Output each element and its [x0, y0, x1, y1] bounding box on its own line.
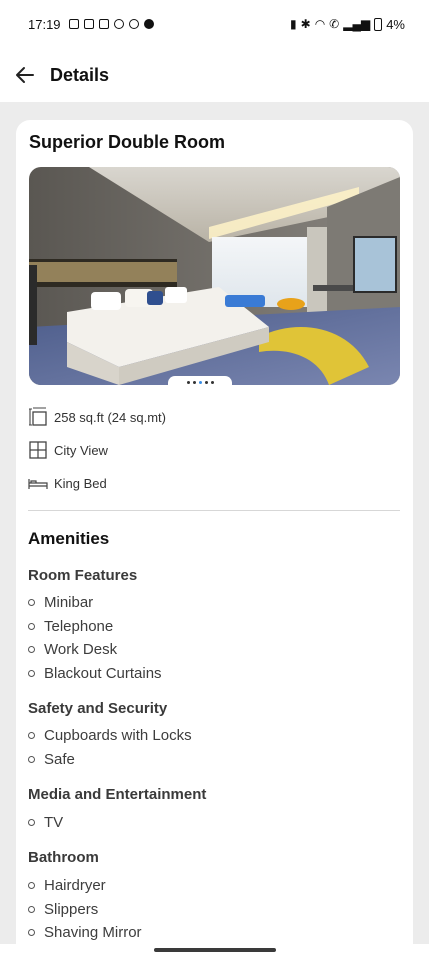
amenity-label: Cupboards with Locks [44, 727, 192, 744]
amenity-label: TV [44, 814, 64, 831]
room-title: Superior Double Room [29, 132, 226, 152]
image-pagination[interactable] [168, 376, 232, 388]
amenity-item: Cupboards with Locks [28, 727, 192, 744]
amenity-label: Slippers [44, 901, 99, 918]
section-safety-security: Safety and Security [28, 700, 168, 717]
page-dot [192, 380, 196, 384]
notification-icons [68, 19, 154, 29]
page-dot-active [198, 380, 202, 384]
amenity-label: Hairdryer [44, 877, 106, 894]
mail-icon [83, 19, 94, 29]
vibrate-icon: ▮ [290, 17, 297, 31]
page-dot [186, 380, 190, 384]
feature-view: City View [28, 440, 108, 460]
hotel-room-illustration [29, 167, 400, 385]
amenity-item: Work Desk [28, 641, 117, 658]
feature-view-text: City View [54, 442, 108, 458]
amenity-item: Hairdryer [28, 877, 106, 894]
amenity-item: Safe [28, 751, 75, 768]
amenity-item: Slippers [28, 901, 98, 918]
room-photo[interactable] [29, 167, 400, 385]
amenity-label: Telephone [44, 618, 114, 635]
feature-area: 258 sq.ft (24 sq.mt) [28, 407, 166, 427]
bullet-icon [28, 623, 35, 630]
feature-bed: King Bed [28, 473, 107, 493]
feature-area-text: 258 sq.ft (24 sq.mt) [54, 409, 166, 425]
room-details-card: Superior Double Room 258 sq.ft (24 sq.mt… [16, 120, 413, 950]
bullet-icon [28, 882, 35, 889]
whatsapp-icon [143, 19, 154, 29]
app-header: Details [0, 48, 429, 102]
status-time: 17:19 [28, 16, 61, 32]
page-dot [204, 380, 208, 384]
amenity-label: Safe [44, 751, 75, 768]
mail-icon [98, 19, 109, 29]
page-title: Details [50, 64, 110, 85]
section-bathroom: Bathroom [28, 849, 99, 866]
bullet-icon [28, 929, 35, 936]
amenity-item: TV [28, 814, 63, 831]
amenity-label: Work Desk [44, 641, 118, 658]
amenity-label: Minibar [44, 594, 94, 611]
instagram-icon [113, 19, 124, 29]
status-right: ▮ ✱ ◠ ✆ ▂▄▆ 4% [290, 17, 405, 32]
status-left: 17:19 [28, 17, 154, 32]
amenity-label: Blackout Curtains [44, 665, 162, 682]
amenity-item: Minibar [28, 594, 93, 611]
feature-bed-text: King Bed [54, 475, 107, 491]
back-button[interactable] [14, 64, 36, 86]
bullet-icon [28, 599, 35, 606]
status-bar: 17:19 ▮ ✱ ◠ ✆ ▂▄▆ 4% [0, 0, 429, 48]
bullet-icon [28, 732, 35, 739]
app-notification-icon [128, 19, 139, 29]
bullet-icon [28, 646, 35, 653]
app-notification-icon [68, 19, 79, 29]
wifi-icon: ◠ [314, 17, 326, 31]
amenity-label: Shaving Mirror [44, 924, 142, 941]
bullet-icon [28, 670, 35, 677]
bluetooth-icon: ✱ [300, 17, 311, 31]
bullet-icon [28, 906, 35, 913]
area-icon [29, 407, 47, 426]
signal-icon: ▂▄▆ [343, 17, 371, 31]
amenity-item: Shaving Mirror [28, 924, 142, 941]
battery-level: 4% [386, 16, 405, 32]
amenities-heading: Amenities [28, 529, 110, 548]
call-icon: ✆ [329, 17, 340, 31]
back-arrow-icon [16, 67, 34, 83]
divider [28, 510, 400, 511]
battery-icon [374, 17, 383, 31]
page-dot [210, 380, 214, 384]
amenity-item: Blackout Curtains [28, 665, 162, 682]
gesture-nav-bar[interactable] [154, 948, 276, 952]
bullet-icon [28, 756, 35, 763]
amenity-item: Telephone [28, 618, 113, 635]
section-media-entertainment: Media and Entertainment [28, 786, 207, 803]
section-room-features: Room Features [28, 567, 138, 584]
bullet-icon [28, 819, 35, 826]
window-icon [29, 441, 47, 459]
bed-icon [28, 479, 48, 489]
